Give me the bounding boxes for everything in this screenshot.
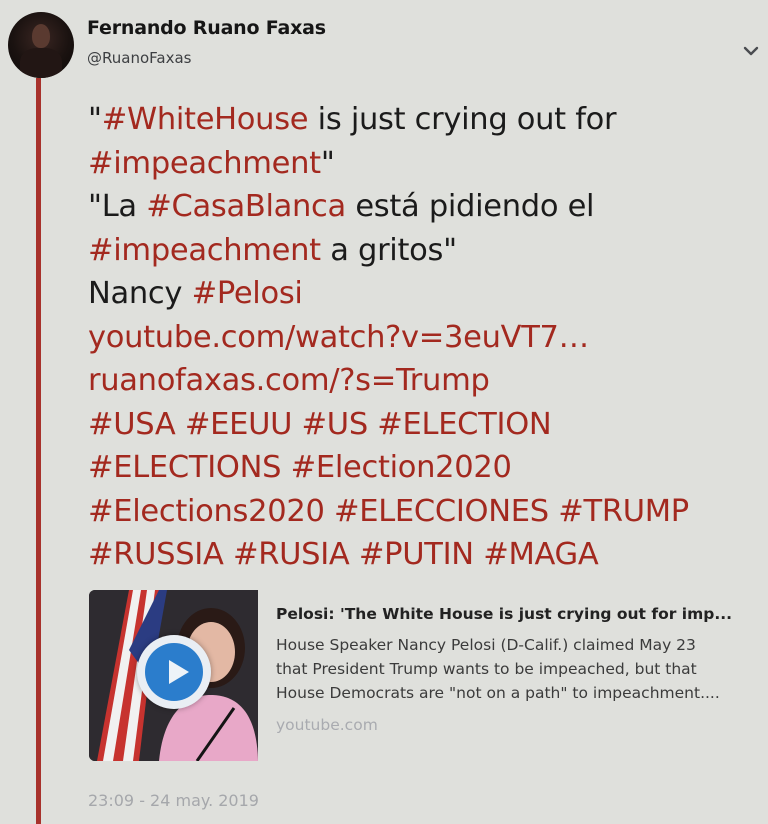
- hashtag-link[interactable]: #ELECTIONS: [88, 450, 282, 485]
- hashtag-link[interactable]: #ELECTION: [377, 407, 551, 442]
- tweet-line: "#WhiteHouse is just crying out for: [88, 98, 758, 142]
- tweet-line: #RUSSIA #RUSIA #PUTIN #MAGA: [88, 533, 758, 577]
- tweet-line: #USA #EEUU #US #ELECTION: [88, 403, 758, 447]
- tweet-line: #impeachment": [88, 142, 758, 186]
- hashtag-link[interactable]: #MAGA: [483, 537, 599, 572]
- card-thumbnail[interactable]: [89, 590, 258, 761]
- link-card[interactable]: Pelosi: 'The White House is just crying …: [89, 588, 768, 762]
- tweet-text-segment: [349, 537, 358, 572]
- card-description-line: House Speaker Nancy Pelosi (D-Calif.) cl…: [276, 636, 696, 654]
- hashtag-link[interactable]: #RUSIA: [233, 537, 350, 572]
- hashtag-link[interactable]: #Elections2020: [88, 494, 325, 529]
- play-icon[interactable]: [137, 635, 211, 709]
- user-handle[interactable]: @RuanoFaxas: [87, 49, 191, 67]
- tweet-text-segment: está pidiendo el: [345, 189, 595, 224]
- card-description-line: that President Trump wants to be impeach…: [276, 660, 697, 678]
- hashtag-link[interactable]: #USA: [88, 407, 176, 442]
- hashtag-link[interactable]: #Election2020: [291, 450, 512, 485]
- tweet-line: youtube.com/watch?v=3euVT7…: [88, 316, 758, 360]
- card-title[interactable]: Pelosi: 'The White House is just crying …: [276, 605, 756, 623]
- tweet-text-segment: [368, 407, 377, 442]
- avatar[interactable]: [8, 12, 74, 78]
- tweet-line: #Elections2020 #ELECCIONES #TRUMP: [88, 490, 758, 534]
- tweet-text-segment: a gritos": [320, 232, 457, 268]
- hashtag-link[interactable]: #EEUU: [185, 407, 293, 442]
- user-display-name[interactable]: Fernando Ruano Faxas: [87, 17, 326, 39]
- card-description: House Speaker Nancy Pelosi (D-Calif.) cl…: [276, 633, 754, 705]
- tweet-text-segment: [175, 407, 184, 442]
- thread-line: [36, 78, 41, 824]
- hashtag-link[interactable]: #US: [302, 407, 369, 442]
- hashtag-link[interactable]: #RUSSIA: [88, 537, 224, 572]
- hashtag-link[interactable]: #ELECCIONES: [334, 494, 549, 529]
- hashtag-link[interactable]: #WhiteHouse: [102, 102, 309, 137]
- hashtag-link[interactable]: #TRUMP: [558, 494, 689, 529]
- tweet-text-segment: [474, 537, 483, 572]
- hashtag-link[interactable]: #impeachment: [88, 233, 321, 268]
- tweet-text-segment: ": [320, 145, 335, 181]
- tweet-text-segment: [224, 537, 233, 572]
- tweet-text: "#WhiteHouse is just crying out for #impe…: [88, 98, 758, 577]
- avatar-body: [20, 48, 62, 78]
- tweet-timestamp[interactable]: 23:09 - 24 may. 2019: [88, 791, 259, 810]
- tweet-text-segment: Nancy: [88, 276, 192, 311]
- tweet-line: #ELECTIONS #Election2020: [88, 446, 758, 490]
- tweet-text-segment: [292, 407, 301, 442]
- tweet-line: "La #CasaBlanca está pidiendo el: [88, 185, 758, 229]
- tweet-line: Nancy #Pelosi: [88, 272, 758, 316]
- hashtag-link[interactable]: #PUTIN: [359, 537, 474, 572]
- avatar-face: [32, 24, 50, 48]
- tweet-text-segment: is just crying out for: [308, 102, 617, 137]
- hashtag-link[interactable]: #impeachment: [88, 146, 321, 181]
- card-description-line: House Democrats are "not on a path" to i…: [276, 684, 720, 702]
- tweet-text-segment: "La: [88, 189, 147, 224]
- tweet-line: ruanofaxas.com/?s=Trump: [88, 359, 758, 403]
- tweet-line: #impeachment a gritos": [88, 229, 758, 273]
- tweet-text-segment: ": [88, 102, 102, 137]
- url-link[interactable]: youtube.com/watch?v=3euVT7…: [88, 320, 589, 355]
- tweet-text-segment: [549, 494, 558, 529]
- hashtag-link[interactable]: #CasaBlanca: [146, 189, 346, 224]
- chevron-down-icon[interactable]: [740, 40, 762, 62]
- tweet-text-segment: [281, 450, 290, 485]
- hashtag-link[interactable]: #Pelosi: [192, 276, 303, 311]
- url-link[interactable]: ruanofaxas.com/?s=Trump: [88, 363, 490, 398]
- tweet-text-segment: [325, 494, 334, 529]
- card-domain: youtube.com: [276, 716, 378, 734]
